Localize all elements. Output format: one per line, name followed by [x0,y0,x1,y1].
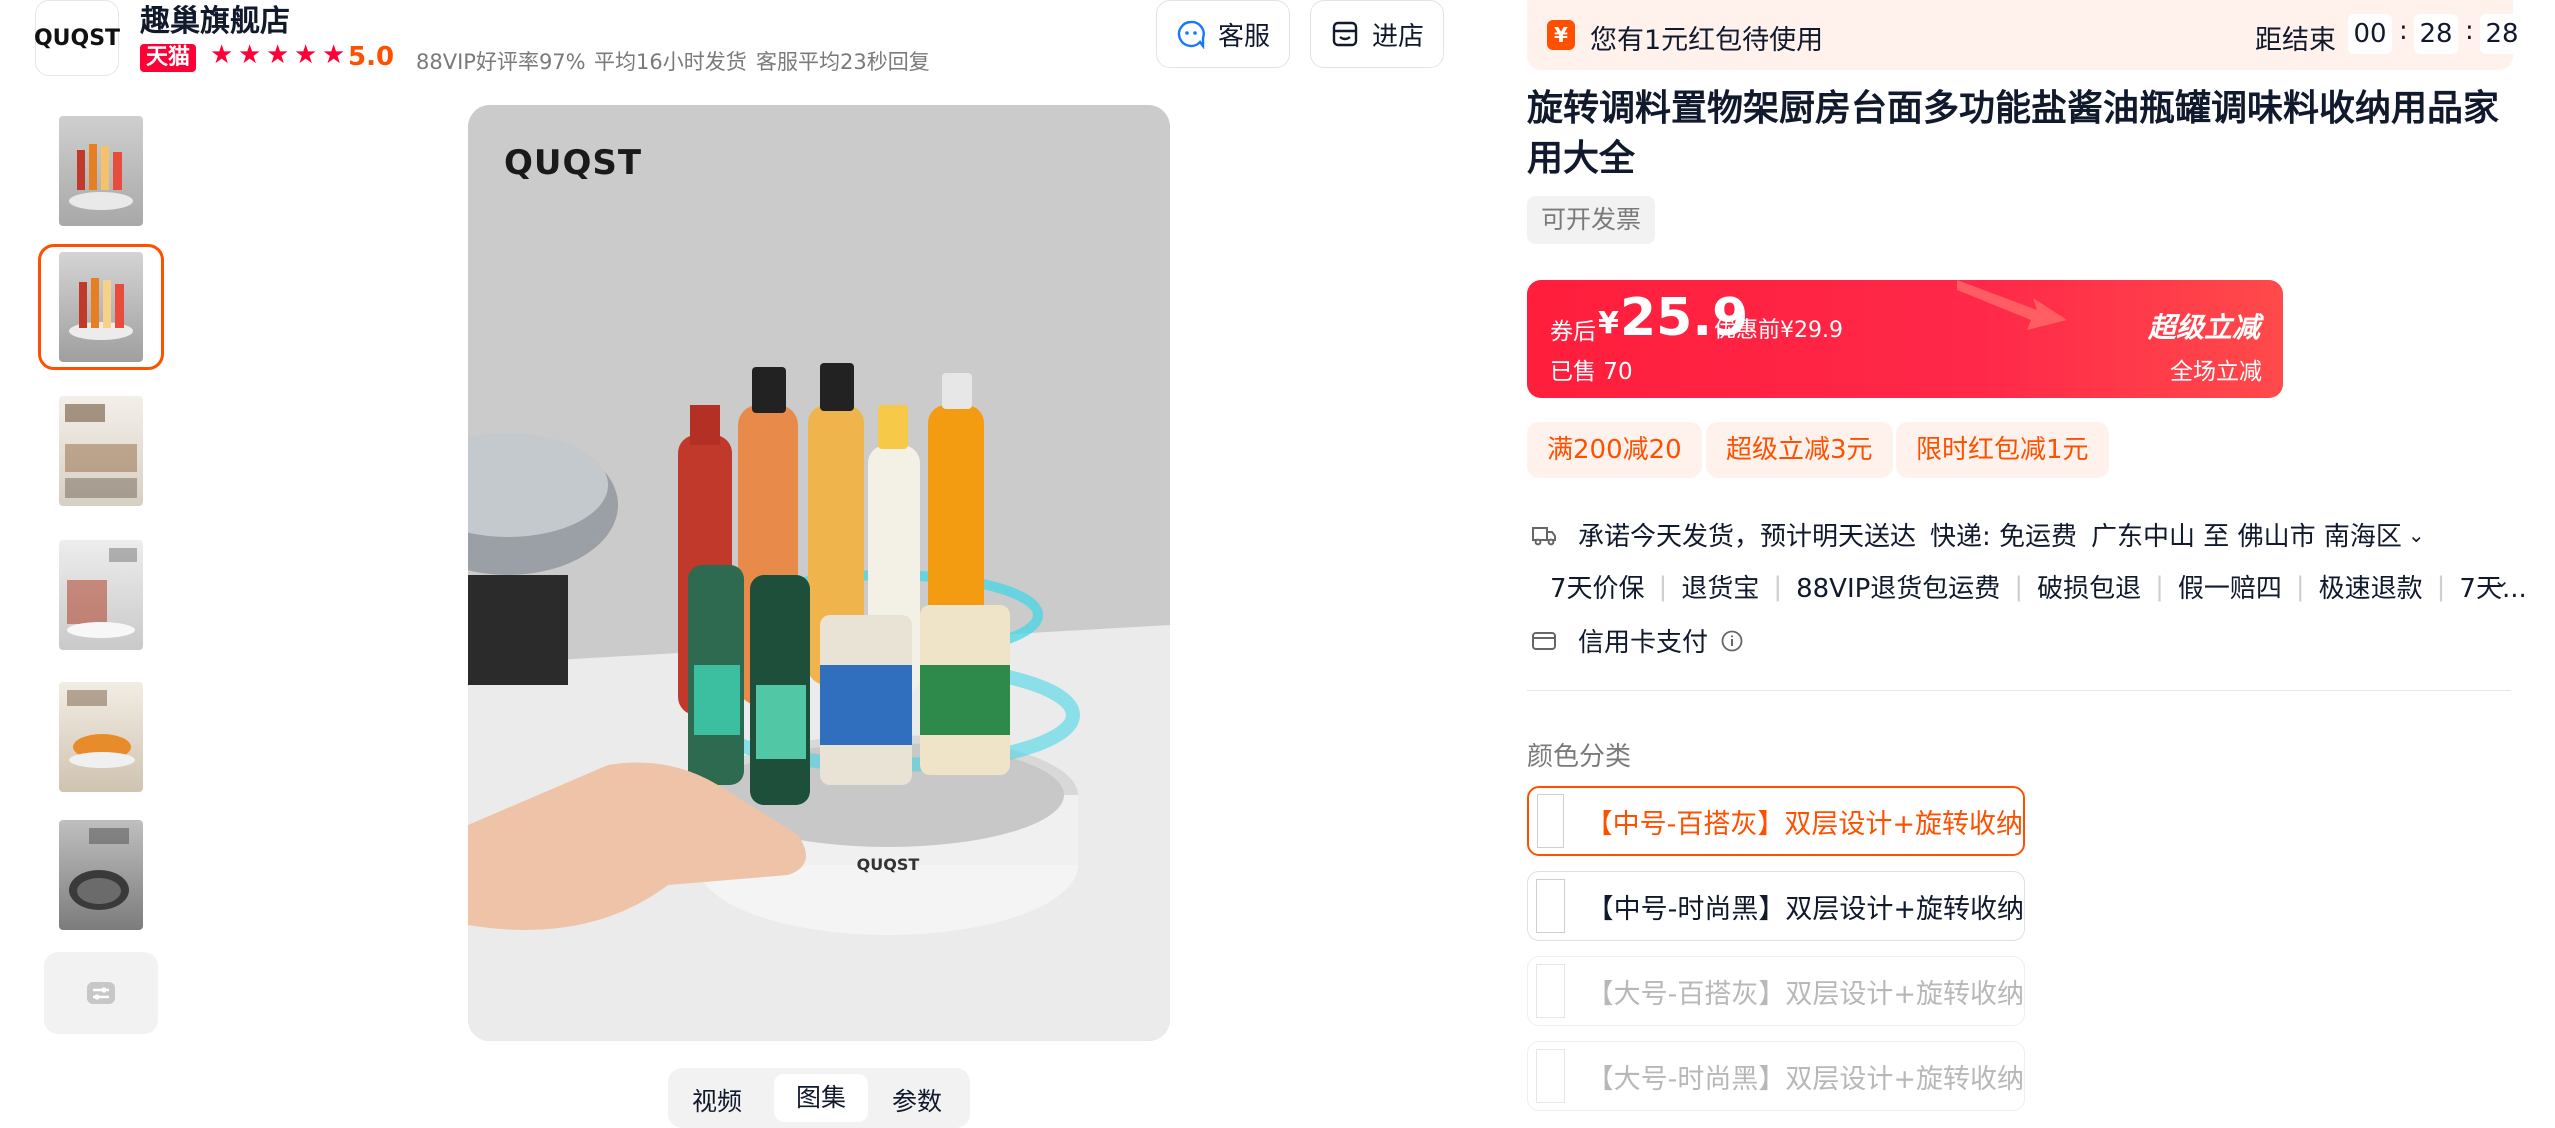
countdown-hours: 00 [2348,14,2392,54]
shop-stat-reply-time: 客服平均23秒回复 [756,50,930,74]
gallery-media-tabs: 视频 图集 参数 [668,1068,970,1128]
more-thumbnails-button[interactable] [44,952,158,1034]
sold-count: 已售 70 [1550,359,1633,385]
after-coupon-label: 券后 [1550,319,1596,345]
store-rating-stars: ★ ★ ★ ★ ★ [210,42,348,68]
star-icon: ★ [210,40,234,70]
divider [1527,690,2511,691]
gallery-thumbnail-selected[interactable] [38,244,164,370]
red-packet-icon: ¥ [1547,20,1575,50]
coupon-tag[interactable]: 满200减20 [1527,422,1702,478]
guarantee-item: 假一赔四 [2177,574,2282,604]
tab-video[interactable]: 视频 [692,1082,742,1118]
guarantee-item: 退货宝 [1681,574,1760,604]
sku-option[interactable]: 【中号-时尚黑】双层设计+旋转收纳 [1527,871,2025,941]
star-icon: ★ [294,40,318,70]
payment-method: 信用卡支付 [1578,628,1709,658]
shipping-row[interactable]: 承诺今天发货，预计明天送达 快递: 免运费 广东中山 至 佛山市 南海区 ⌄ [1530,516,2425,553]
service-icon [1177,20,1205,49]
red-packet-text: 您有1元红包待使用 [1590,25,1824,56]
gallery-thumbnail[interactable] [38,532,164,658]
sku-thumbnail-icon [1536,879,1565,933]
gallery-thumbnail[interactable] [38,388,164,514]
thumbnail-image [59,252,143,362]
sliders-icon [87,982,115,1004]
tab-gallery[interactable]: 图集 [774,1074,868,1122]
guarantee-item: 破损包退 [2037,574,2142,604]
arrow-decoration-icon [1957,280,2067,330]
gallery-thumbnail[interactable] [38,812,164,938]
chevron-down-icon: ⌄ [2407,522,2425,547]
countdown-colon: : [2399,16,2408,46]
countdown-label: 距结束 [2255,25,2336,56]
tmall-badge: 天猫 [140,44,197,72]
gallery-thumbnail[interactable] [38,674,164,800]
customer-service-label: 客服 [1217,21,1270,52]
image-brand-watermark: QUQST [504,143,643,183]
thumbnail-image [59,820,143,930]
customer-service-button[interactable]: 客服 [1156,0,1290,68]
star-icon: ★ [266,40,290,70]
tab-params[interactable]: 参数 [892,1082,942,1118]
thumbnail-image [59,396,143,506]
countdown-seconds: 28 [2480,14,2524,54]
store-logo-text: QUQST [33,25,121,51]
sku-thumbnail-icon [1537,794,1564,848]
guarantee-item: 7天价保 [1550,574,1645,604]
shop-stat-vip-rate: 88VIP好评率97% [416,50,586,74]
promo-title: 超级立减 [2148,311,2261,344]
store-name[interactable]: 趣巢旗舰店 [140,0,290,40]
sku-thumbnail-icon [1536,964,1565,1018]
coupon-tag[interactable]: 限时红包减1元 [1896,422,2109,478]
product-title: 旋转调料置物架厨房台面多功能盐酱油瓶罐调味料收纳用品家用大全 [1527,88,2500,179]
sku-color-label: 颜色分类 [1527,742,1632,772]
star-icon: ★ [322,40,346,70]
promo-subtitle: 全场立减 [2170,359,2262,385]
star-icon: ★ [238,40,262,70]
guarantee-row[interactable]: 7天价保 | 退货宝 | 88VIP退货包运费 | 破损包退 | 假一赔四 | 极速退款 |… [1530,568,2527,605]
shop-stat-shipping-time: 平均16小时发货 [594,50,747,74]
chevron-down-icon[interactable]: ⌄ [2493,568,2510,592]
sku-thumbnail-icon [1536,1049,1565,1103]
payment-row[interactable]: 信用卡支付 [1530,622,1744,659]
thumbnail-image [59,540,143,650]
thumbnail-image [59,682,143,792]
countdown-minutes: 28 [2414,14,2458,54]
coupon-tag[interactable]: 超级立减3元 [1706,422,1893,478]
store-icon [1332,21,1358,47]
truck-icon [1532,526,1556,545]
main-product-image[interactable]: QUQST QUQST [468,105,1170,1041]
delivery-fee: 快递: 免运费 [1930,522,2078,552]
guarantee-item: 极速退款 [2318,574,2423,604]
price-before-discount: 优惠前¥29.9 [1714,318,1843,343]
shipping-promise: 承诺今天发货，预计明天送达 [1578,522,1917,552]
sku-option-label: 【中号-时尚黑】双层设计+旋转收纳 [1586,893,2024,925]
store-logo[interactable]: QUQST [33,0,121,76]
sku-option-label: 【大号-百搭灰】双层设计+旋转收纳 [1586,978,2024,1010]
enter-store-label: 进店 [1371,21,1424,52]
info-icon[interactable] [1720,629,1744,653]
thumbnail-image [59,116,143,226]
sku-option-label: 【大号-时尚黑】双层设计+旋转收纳 [1586,1063,2024,1095]
countdown-colon: : [2465,16,2474,46]
invoice-tag: 可开发票 [1527,196,1656,244]
store-rating-value: 5.0 [348,42,395,72]
sku-option-disabled[interactable]: 【大号-时尚黑】双层设计+旋转收纳 [1527,1041,2025,1111]
shipping-route: 广东中山 至 佛山市 南海区 [2091,522,2402,552]
enter-store-button[interactable]: 进店 [1310,0,1444,68]
sku-option-label: 【中号-百搭灰】双层设计+旋转收纳 [1585,808,2023,840]
price-currency: ¥ [1598,306,1619,341]
credit-card-icon [1532,631,1556,650]
gallery-thumbnail[interactable] [38,108,164,234]
sku-option[interactable]: 【中号-百搭灰】双层设计+旋转收纳 [1527,786,2025,856]
product-photo: QUQST [468,105,1170,1041]
sku-option-disabled[interactable]: 【大号-百搭灰】双层设计+旋转收纳 [1527,956,2025,1026]
svg-text:QUQST: QUQST [857,855,920,874]
guarantee-item: 88VIP退货包运费 [1796,574,2001,604]
